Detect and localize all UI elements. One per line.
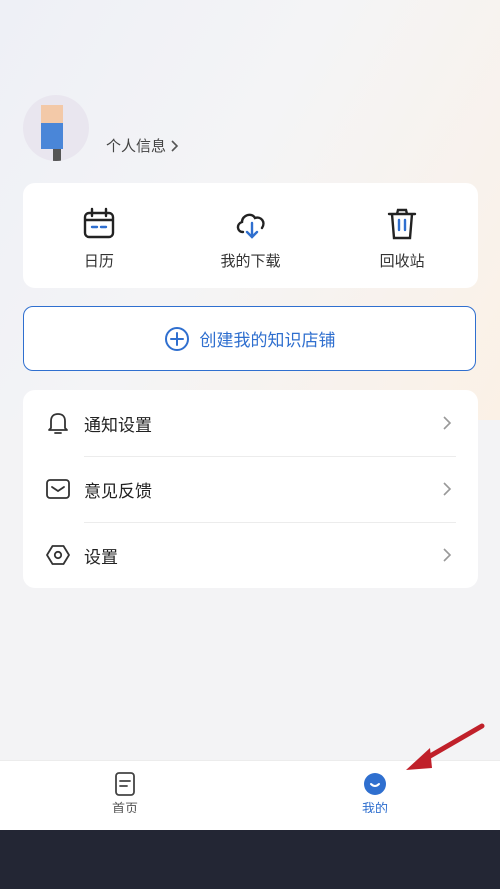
profile-info-link[interactable]: 个人信息 (106, 135, 180, 156)
profile-info-label: 个人信息 (106, 137, 167, 155)
settings-menu-card: 通知设置 意见反馈 设置 (23, 390, 478, 588)
feedback-label: 意见反馈 (84, 481, 152, 502)
trash-icon (387, 208, 417, 240)
quick-actions-card: 日历 我的下载 回收站 (23, 183, 478, 288)
cloud-download-icon (236, 213, 265, 239)
chevron-right-icon (443, 548, 452, 562)
settings-label: 设置 (84, 547, 118, 568)
my-downloads-button[interactable]: 我的下载 (175, 183, 327, 288)
tab-home-label: 首页 (111, 802, 138, 813)
recycle-bin-button[interactable]: 回收站 (326, 183, 478, 288)
smile-icon (364, 773, 386, 795)
document-icon (115, 772, 135, 796)
calendar-button[interactable]: 日历 (23, 183, 175, 288)
system-navigation-bar (0, 830, 500, 889)
menu-item-notifications[interactable]: 通知设置 (23, 390, 478, 456)
chevron-right-icon (171, 139, 179, 152)
annotation-arrow-icon (406, 723, 485, 770)
envelope-icon (46, 479, 70, 499)
avatar[interactable] (23, 95, 89, 161)
plus-circle-icon (164, 326, 189, 351)
my-downloads-label: 我的下载 (220, 252, 281, 270)
menu-item-feedback[interactable]: 意见反馈 (23, 456, 478, 522)
create-knowledge-store-button[interactable]: 创建我的知识店铺 (23, 306, 476, 371)
chevron-right-icon (443, 416, 452, 430)
calendar-icon (83, 207, 115, 239)
tab-mine-label: 我的 (361, 802, 388, 813)
chevron-right-icon (443, 482, 452, 496)
menu-item-settings[interactable]: 设置 (23, 522, 478, 588)
profile-page: 个人信息 日历 我的下载 回收站 创建我的知识店铺 通知设置 意见反馈 设置 (0, 0, 500, 760)
bell-icon (48, 413, 68, 434)
hexagon-settings-icon (46, 545, 70, 565)
calendar-label: 日历 (83, 252, 114, 270)
recycle-bin-label: 回收站 (379, 252, 425, 270)
notifications-label: 通知设置 (84, 415, 152, 436)
create-store-label: 创建我的知识店铺 (199, 331, 336, 351)
tab-home[interactable]: 首页 (75, 771, 175, 813)
